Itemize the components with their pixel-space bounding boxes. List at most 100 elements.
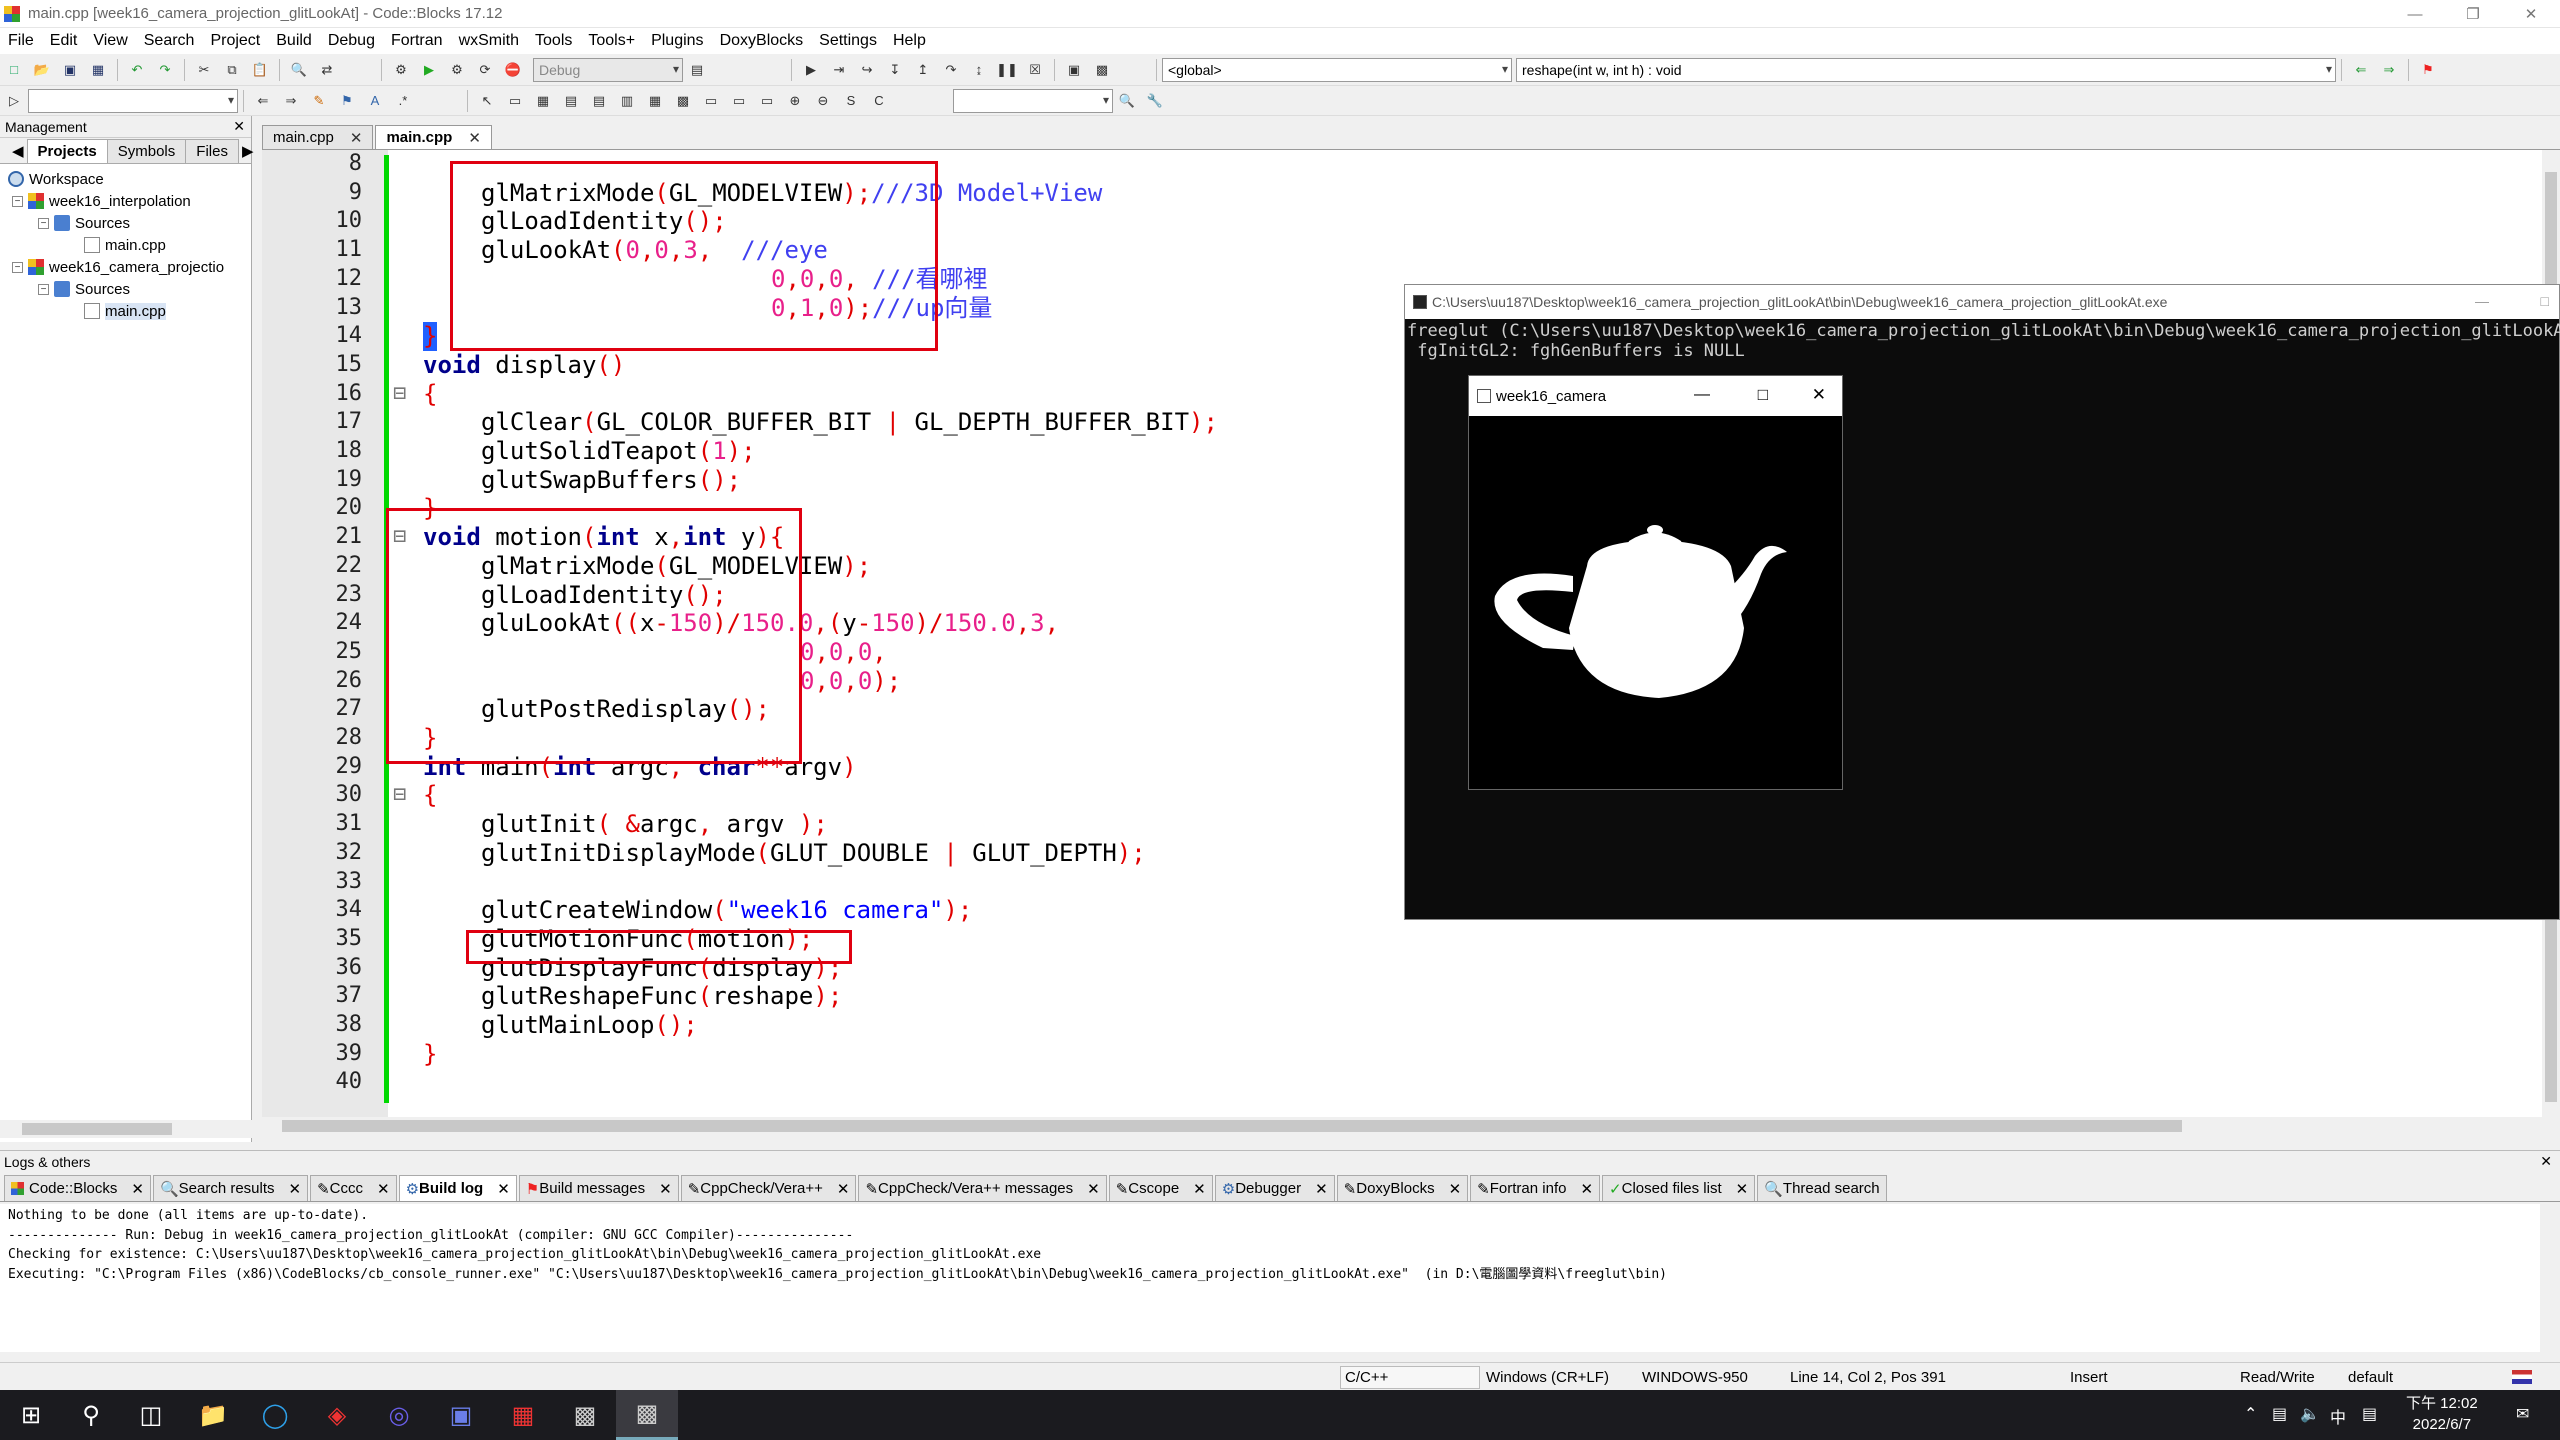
notification-icon[interactable]: ✉: [2516, 1404, 2529, 1424]
management-hscrollbar[interactable]: [0, 1120, 252, 1138]
code-line[interactable]: glClear(GL_COLOR_BUFFER_BIT | GL_DEPTH_B…: [481, 408, 1218, 437]
code-line[interactable]: {: [423, 781, 437, 810]
tray-chevron-icon[interactable]: ⌃: [2244, 1404, 2257, 1424]
run-to-cursor-icon[interactable]: ⇥: [828, 59, 850, 81]
select-icon[interactable]: ↖: [476, 90, 498, 112]
step-into-icon[interactable]: ↧: [884, 59, 906, 81]
function-select[interactable]: reshape(int w, int h) : void ▾: [1516, 57, 2336, 82]
tree-workspace[interactable]: Workspace: [0, 168, 251, 190]
log-tab-fortran-info[interactable]: ✎ Fortran info ✕: [1470, 1175, 1601, 1201]
debug-start-icon[interactable]: ▶: [800, 59, 822, 81]
menu-wxsmith[interactable]: wxSmith: [451, 32, 527, 50]
close-button[interactable]: ✕: [2502, 0, 2560, 28]
tab-files[interactable]: Files: [185, 139, 239, 163]
log-tab-thread-search[interactable]: 🔍 Thread search: [1757, 1175, 1887, 1201]
close-tab-icon[interactable]: ✕: [289, 1180, 302, 1198]
menu-plugins[interactable]: Plugins: [643, 32, 711, 50]
code-line[interactable]: glutCreateWindow("week16 camera");: [481, 896, 972, 925]
jump-back-icon[interactable]: ⇐: [2350, 59, 2372, 81]
clock[interactable]: 下午 12:02 2022/6/7: [2406, 1393, 2478, 1435]
close-tab-icon[interactable]: ✕: [1449, 1180, 1462, 1198]
code-line[interactable]: glutReshapeFunc(reshape);: [481, 982, 842, 1011]
codeblocks-icon[interactable]: ▦: [492, 1390, 554, 1440]
close-tab-icon[interactable]: ✕: [1315, 1180, 1328, 1198]
wrench-icon[interactable]: 🔧: [1144, 90, 1166, 112]
maximize-button[interactable]: ❐: [2444, 0, 2502, 28]
log-tab-doxyblocks[interactable]: ✎ DoxyBlocks ✕: [1336, 1175, 1469, 1201]
open-icon[interactable]: 📂: [31, 59, 53, 81]
tab-scroll-left-icon[interactable]: ◀: [8, 139, 28, 163]
code-line[interactable]: void display(): [423, 351, 625, 380]
tab-symbols[interactable]: Symbols: [106, 139, 187, 163]
step-out-icon[interactable]: ↥: [912, 59, 934, 81]
menu-fortran[interactable]: Fortran: [383, 32, 451, 50]
log-tab-search-results[interactable]: 🔍 Search results ✕: [152, 1175, 309, 1201]
frame-icon[interactable]: ▦: [532, 90, 554, 112]
menu-settings[interactable]: Settings: [811, 32, 885, 50]
console-maximize-button[interactable]: □: [2541, 293, 2549, 309]
glut-minimize-button[interactable]: —: [1694, 386, 1710, 404]
layout-f-icon[interactable]: ▩: [672, 90, 694, 112]
tree-sources-1[interactable]: − Sources: [0, 212, 251, 234]
ime-indicator[interactable]: 中: [2330, 1404, 2346, 1428]
glut-close-button[interactable]: ✕: [1812, 385, 1826, 405]
rect-icon[interactable]: ▭: [504, 90, 526, 112]
tree-sources-2[interactable]: − Sources: [0, 278, 251, 300]
box2-icon[interactable]: ▭: [728, 90, 750, 112]
layout-g-icon[interactable]: ▦: [644, 90, 666, 112]
layout-v-icon[interactable]: ▥: [616, 90, 638, 112]
log-tab-build-messages[interactable]: ⚑ Build messages ✕: [518, 1175, 679, 1201]
menu-edit[interactable]: Edit: [42, 32, 86, 50]
redo-icon[interactable]: ↷: [154, 59, 176, 81]
code-line[interactable]: glutSolidTeapot(1);: [481, 437, 756, 466]
symbol-search-select[interactable]: ▾: [28, 88, 238, 113]
highlight-icon[interactable]: ✎: [308, 90, 330, 112]
fold-icon[interactable]: ⊟: [393, 781, 413, 810]
box3-icon[interactable]: ▭: [756, 90, 778, 112]
code-line[interactable]: }: [423, 322, 438, 351]
tab-scroll-right-icon[interactable]: ▶: [238, 139, 258, 163]
replace-icon[interactable]: ⇄: [316, 59, 338, 81]
code-line[interactable]: 0,0,0);: [800, 667, 901, 696]
zoom-in-icon[interactable]: ⊕: [784, 90, 806, 112]
doxy-icon[interactable]: ⚑: [336, 90, 358, 112]
close-icon[interactable]: ✕: [233, 118, 245, 135]
collapse-icon[interactable]: −: [12, 195, 23, 207]
layout-h-icon[interactable]: ▤: [588, 90, 610, 112]
volume-icon[interactable]: 🔈: [2300, 1404, 2320, 1424]
panel-icon[interactable]: ▤: [560, 90, 582, 112]
collapse-icon[interactable]: −: [12, 261, 23, 273]
rebuild-icon[interactable]: ⟳: [474, 59, 496, 81]
log-tab-debugger[interactable]: ⚙ Debugger ✕: [1214, 1175, 1335, 1201]
save-all-icon[interactable]: ▦: [87, 59, 109, 81]
abort-icon[interactable]: ⛔: [502, 59, 524, 81]
code-line[interactable]: glutInit( &argc, argv );: [481, 810, 828, 839]
code-line[interactable]: 0,0,0,: [800, 638, 887, 667]
close-tab-icon[interactable]: ✕: [1580, 1180, 1593, 1198]
close-tab-icon[interactable]: ✕: [1087, 1180, 1100, 1198]
debug-windows-icon[interactable]: ▣: [1063, 59, 1085, 81]
fold-icon[interactable]: ⊟: [393, 523, 413, 552]
log-tab-codeblocks[interactable]: Code::Blocks ✕: [4, 1175, 151, 1201]
minimize-button[interactable]: —: [2386, 0, 2444, 28]
ime-mode-icon[interactable]: ▤: [2362, 1404, 2377, 1424]
tree-project-interpolation[interactable]: − week16_interpolation: [0, 190, 251, 212]
close-tab-icon[interactable]: ✕: [659, 1180, 672, 1198]
log-tab-closed-files[interactable]: ✓ Closed files list ✕: [1602, 1175, 1756, 1201]
glut-maximize-button[interactable]: □: [1758, 385, 1768, 405]
next-icon[interactable]: ⇒: [280, 90, 302, 112]
new-file-icon[interactable]: □: [3, 59, 25, 81]
next-instruction-icon[interactable]: ↷: [940, 59, 962, 81]
compiler-select[interactable]: ▾: [953, 88, 1113, 113]
codeblocks-active-icon[interactable]: ▩: [616, 1390, 678, 1440]
c-icon[interactable]: C: [868, 90, 890, 112]
info-icon[interactable]: ▩: [1091, 59, 1113, 81]
close-tab-icon[interactable]: ✕: [350, 129, 363, 147]
prev-icon[interactable]: ⇐: [252, 90, 274, 112]
box-icon[interactable]: ▭: [700, 90, 722, 112]
close-tab-icon[interactable]: ✕: [1736, 1180, 1749, 1198]
close-tab-icon[interactable]: ✕: [377, 1180, 390, 1198]
log-vscrollbar[interactable]: [2540, 1204, 2560, 1352]
menu-doxyblocks[interactable]: DoxyBlocks: [712, 32, 812, 50]
undo-icon[interactable]: ↶: [126, 59, 148, 81]
